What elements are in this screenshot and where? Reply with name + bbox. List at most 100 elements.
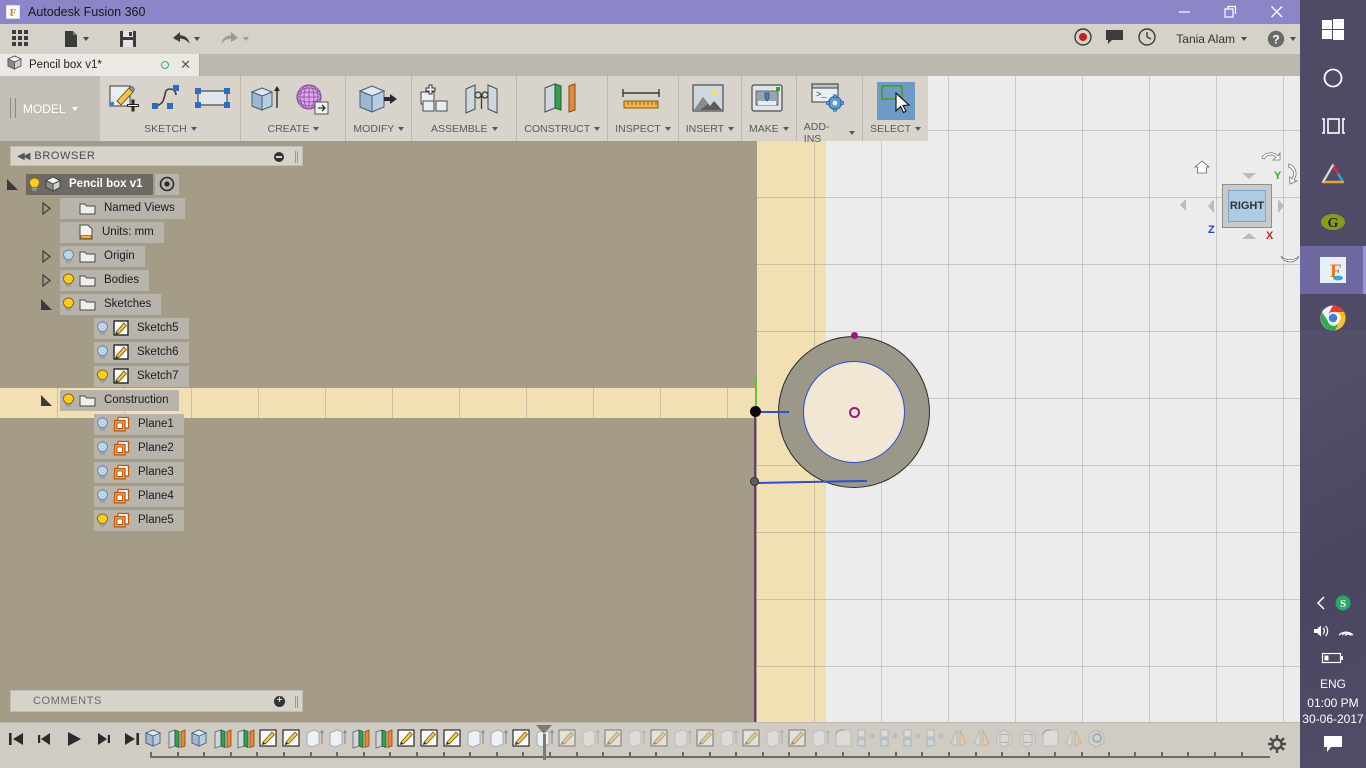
panel-resize-grip[interactable] bbox=[295, 696, 298, 708]
step-forward-button[interactable] bbox=[95, 731, 111, 752]
collapse-arrow-icon[interactable] bbox=[38, 394, 54, 407]
job-status-button[interactable] bbox=[1138, 27, 1156, 51]
language-indicator[interactable]: ENG bbox=[1320, 677, 1346, 691]
show-data-panel-button[interactable] bbox=[6, 24, 36, 54]
workspace-selector[interactable]: MODEL bbox=[0, 76, 101, 141]
measure-ruler-icon[interactable] bbox=[620, 82, 666, 120]
browser-tree-item-sketch6[interactable]: Sketch6 bbox=[94, 341, 189, 363]
timeline-feature[interactable] bbox=[971, 727, 994, 755]
timeline-feature[interactable] bbox=[994, 727, 1017, 755]
browser-tree-item-plane5[interactable]: Plane5 bbox=[94, 509, 184, 531]
timeline-feature[interactable] bbox=[1017, 727, 1040, 755]
timeline-feature[interactable] bbox=[810, 727, 833, 755]
visibility-bulb-icon[interactable] bbox=[94, 488, 111, 504]
timeline-feature[interactable] bbox=[649, 727, 672, 755]
timeline-feature[interactable] bbox=[741, 727, 764, 755]
browser-tree-row[interactable]: Plane5 bbox=[0, 508, 303, 532]
visibility-bulb-icon[interactable] bbox=[94, 464, 111, 480]
g-app-button[interactable]: G bbox=[1300, 198, 1366, 246]
mesh-create-icon[interactable] bbox=[292, 82, 338, 120]
timeline-feature[interactable] bbox=[373, 727, 396, 755]
visibility-bulb-icon[interactable] bbox=[60, 296, 77, 312]
ribbon-group-label[interactable]: INSERT bbox=[686, 123, 735, 135]
visibility-bulb-icon[interactable] bbox=[60, 392, 77, 408]
document-tab[interactable]: Pencil box v1* ✕ bbox=[0, 54, 200, 76]
browser-tree-row[interactable]: Sketch7 bbox=[0, 364, 303, 388]
scripts-addins-icon[interactable]: >_ bbox=[810, 80, 848, 118]
timeline-feature[interactable] bbox=[764, 727, 787, 755]
browser-tree-row[interactable]: Construction bbox=[0, 388, 303, 412]
view-cube-arrow-up[interactable] bbox=[1242, 173, 1256, 179]
browser-tree-item-bodies[interactable]: Bodies bbox=[60, 269, 150, 291]
start-button[interactable] bbox=[1300, 6, 1366, 54]
create-sketch-icon[interactable] bbox=[107, 82, 145, 120]
file-menu-button[interactable] bbox=[58, 24, 95, 54]
play-button[interactable] bbox=[66, 731, 82, 752]
ribbon-group-label[interactable]: CREATE bbox=[268, 123, 320, 135]
visibility-bulb-icon[interactable] bbox=[94, 320, 111, 336]
view-cube-arrow-left[interactable] bbox=[1208, 199, 1214, 213]
task-view-button[interactable] bbox=[1300, 102, 1366, 150]
browser-tree-item-plane4[interactable]: Plane4 bbox=[94, 485, 184, 507]
screencast-record-button[interactable] bbox=[1074, 27, 1092, 51]
gear-icon[interactable] bbox=[1268, 735, 1286, 758]
wifi-icon[interactable] bbox=[1338, 624, 1354, 643]
browser-tree-row[interactable]: Bodies bbox=[0, 268, 303, 292]
timeline-marker[interactable] bbox=[536, 725, 552, 760]
visibility-bulb-icon[interactable] bbox=[94, 344, 111, 360]
visibility-bulb-icon[interactable] bbox=[94, 416, 111, 432]
double-left-arrow-icon[interactable]: ◀◀ bbox=[17, 151, 30, 162]
target-icon[interactable] bbox=[154, 173, 179, 195]
restore-icon[interactable] bbox=[1208, 0, 1254, 24]
timeline-feature[interactable] bbox=[189, 727, 212, 755]
timeline-feature[interactable] bbox=[327, 727, 350, 755]
visibility-bulb-icon[interactable] bbox=[60, 248, 77, 264]
view-cube-arrow-down[interactable] bbox=[1242, 233, 1256, 239]
timeline-feature[interactable] bbox=[672, 727, 695, 755]
timeline-feature[interactable] bbox=[879, 727, 902, 755]
browser-tree-row[interactable]: Units: mm bbox=[0, 220, 303, 244]
timeline-feature[interactable] bbox=[281, 727, 304, 755]
expand-arrow-icon[interactable] bbox=[38, 249, 54, 263]
offset-plane-icon[interactable] bbox=[539, 82, 585, 120]
timeline-feature[interactable] bbox=[787, 727, 810, 755]
view-cube[interactable]: RIGHT Y X Z bbox=[1180, 151, 1300, 263]
view-cube-prev-view[interactable] bbox=[1180, 199, 1186, 211]
browser-tree-item-plane1[interactable]: Plane1 bbox=[94, 413, 184, 435]
help-button[interactable]: ? bbox=[1267, 30, 1296, 48]
home-icon[interactable] bbox=[1193, 160, 1211, 179]
visibility-bulb-icon[interactable] bbox=[94, 440, 111, 456]
chevron-left-icon[interactable] bbox=[1315, 596, 1327, 615]
comments-panel[interactable]: COMMENTS + bbox=[10, 690, 303, 712]
fusion360-taskbar-button[interactable]: F bbox=[1300, 246, 1366, 294]
collapse-arrow-icon[interactable] bbox=[4, 178, 20, 191]
timeline-feature[interactable] bbox=[580, 727, 603, 755]
ribbon-group-label[interactable]: INSPECT bbox=[615, 123, 671, 135]
autodesk-app-button[interactable] bbox=[1300, 150, 1366, 198]
redo-button[interactable] bbox=[214, 24, 255, 54]
timeline-feature[interactable] bbox=[511, 727, 534, 755]
view-cube-arrow-right[interactable] bbox=[1278, 199, 1284, 213]
ribbon-group-label[interactable]: SELECT bbox=[870, 123, 921, 135]
save-button[interactable] bbox=[113, 24, 143, 54]
timeline-rail[interactable] bbox=[150, 752, 1270, 758]
volume-icon[interactable] bbox=[1313, 624, 1330, 643]
view-cube-face[interactable]: RIGHT bbox=[1222, 184, 1272, 228]
ribbon-group-label[interactable]: ASSEMBLE bbox=[431, 123, 498, 135]
timeline-feature[interactable] bbox=[902, 727, 925, 755]
timeline-feature[interactable] bbox=[465, 727, 488, 755]
go-to-end-button[interactable] bbox=[124, 731, 140, 752]
timeline-feature[interactable] bbox=[419, 727, 442, 755]
timeline-feature[interactable] bbox=[396, 727, 419, 755]
go-to-beginning-button[interactable] bbox=[8, 731, 24, 752]
comments-button[interactable] bbox=[1106, 29, 1124, 50]
timeline-feature[interactable] bbox=[1040, 727, 1063, 755]
timeline-feature[interactable] bbox=[833, 727, 856, 755]
timeline-feature[interactable] bbox=[258, 727, 281, 755]
undo-button[interactable] bbox=[165, 24, 206, 54]
visibility-bulb-icon[interactable] bbox=[94, 512, 111, 528]
clock[interactable]: 01:00 PM 30-06-2017 bbox=[1302, 695, 1363, 727]
timeline-feature[interactable] bbox=[925, 727, 948, 755]
timeline-feature[interactable] bbox=[143, 727, 166, 755]
timeline-feature[interactable] bbox=[695, 727, 718, 755]
